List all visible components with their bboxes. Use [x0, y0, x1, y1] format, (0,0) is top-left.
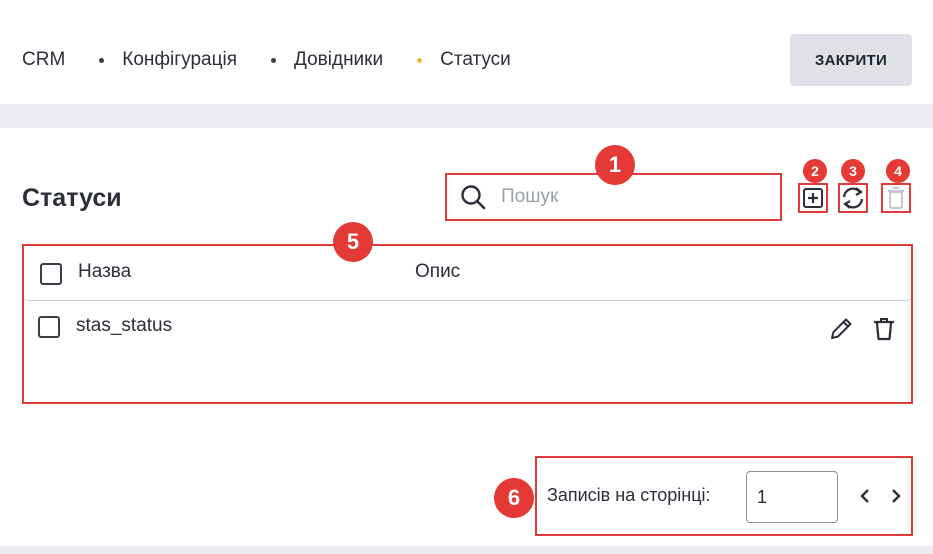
delete-row-button[interactable] — [870, 315, 898, 343]
breadcrumb-label[interactable]: CRM — [22, 49, 65, 71]
refresh-icon — [842, 187, 864, 209]
table-header: Назва Опис — [24, 246, 911, 301]
select-all-checkbox[interactable] — [40, 263, 62, 285]
next-page-button[interactable] — [884, 484, 908, 508]
table-row[interactable]: stas_status — [24, 301, 911, 351]
breadcrumb-label[interactable]: Довідники — [294, 49, 383, 71]
chevron-left-icon — [860, 489, 869, 503]
breadcrumb-item-directories[interactable]: Довідники — [237, 49, 383, 71]
plus-square-icon — [803, 188, 823, 208]
breadcrumb: CRM Конфігурація Довідники Статуси — [22, 48, 511, 72]
search-input[interactable] — [499, 185, 763, 209]
annotation-badge-2: 2 — [803, 159, 827, 183]
add-button[interactable] — [798, 183, 828, 213]
breadcrumb-item-configuration[interactable]: Конфігурація — [65, 49, 237, 71]
breadcrumb-item-statuses: Статуси — [383, 49, 511, 71]
cell-name: stas_status — [76, 315, 173, 336]
breadcrumb-separator-dot — [99, 57, 105, 63]
annotation-badge-5: 5 — [333, 222, 373, 262]
records-per-page-input[interactable] — [746, 471, 838, 523]
trash-icon — [888, 187, 904, 209]
breadcrumb-active-dot — [417, 57, 423, 63]
annotation-badge-3: 3 — [841, 159, 865, 183]
pagination: Записів на сторінці: — [535, 456, 913, 536]
section-divider — [0, 104, 933, 128]
edit-button[interactable] — [827, 315, 855, 343]
page-title: Статуси — [22, 184, 122, 212]
row-checkbox[interactable] — [38, 316, 60, 338]
breadcrumb-item-crm[interactable]: CRM — [22, 49, 65, 71]
footer-divider — [0, 546, 933, 554]
refresh-button[interactable] — [838, 183, 868, 213]
breadcrumb-label: Статуси — [440, 49, 511, 70]
close-button[interactable]: ЗАКРИТИ — [790, 34, 912, 86]
statuses-panel: Статуси 1 2 3 4 5 — [0, 128, 933, 546]
breadcrumb-separator-dot — [271, 57, 277, 63]
delete-selected-button[interactable] — [881, 183, 911, 213]
column-header-description[interactable]: Опис — [415, 261, 460, 283]
breadcrumb-label[interactable]: Конфігурація — [122, 49, 237, 71]
annotation-badge-6: 6 — [494, 478, 534, 518]
chevron-right-icon — [892, 489, 901, 503]
pencil-icon — [831, 318, 852, 339]
annotation-badge-4: 4 — [886, 159, 910, 183]
previous-page-button[interactable] — [853, 484, 877, 508]
top-bar: CRM Конфігурація Довідники Статуси ЗАКРИ… — [0, 0, 933, 104]
statuses-table: Назва Опис stas_status — [22, 244, 913, 404]
records-per-page-label: Записів на сторінці: — [547, 485, 711, 505]
annotation-badge-1: 1 — [595, 145, 635, 185]
trash-icon — [874, 318, 894, 341]
search-icon — [461, 185, 486, 210]
column-header-name[interactable]: Назва — [78, 261, 131, 283]
